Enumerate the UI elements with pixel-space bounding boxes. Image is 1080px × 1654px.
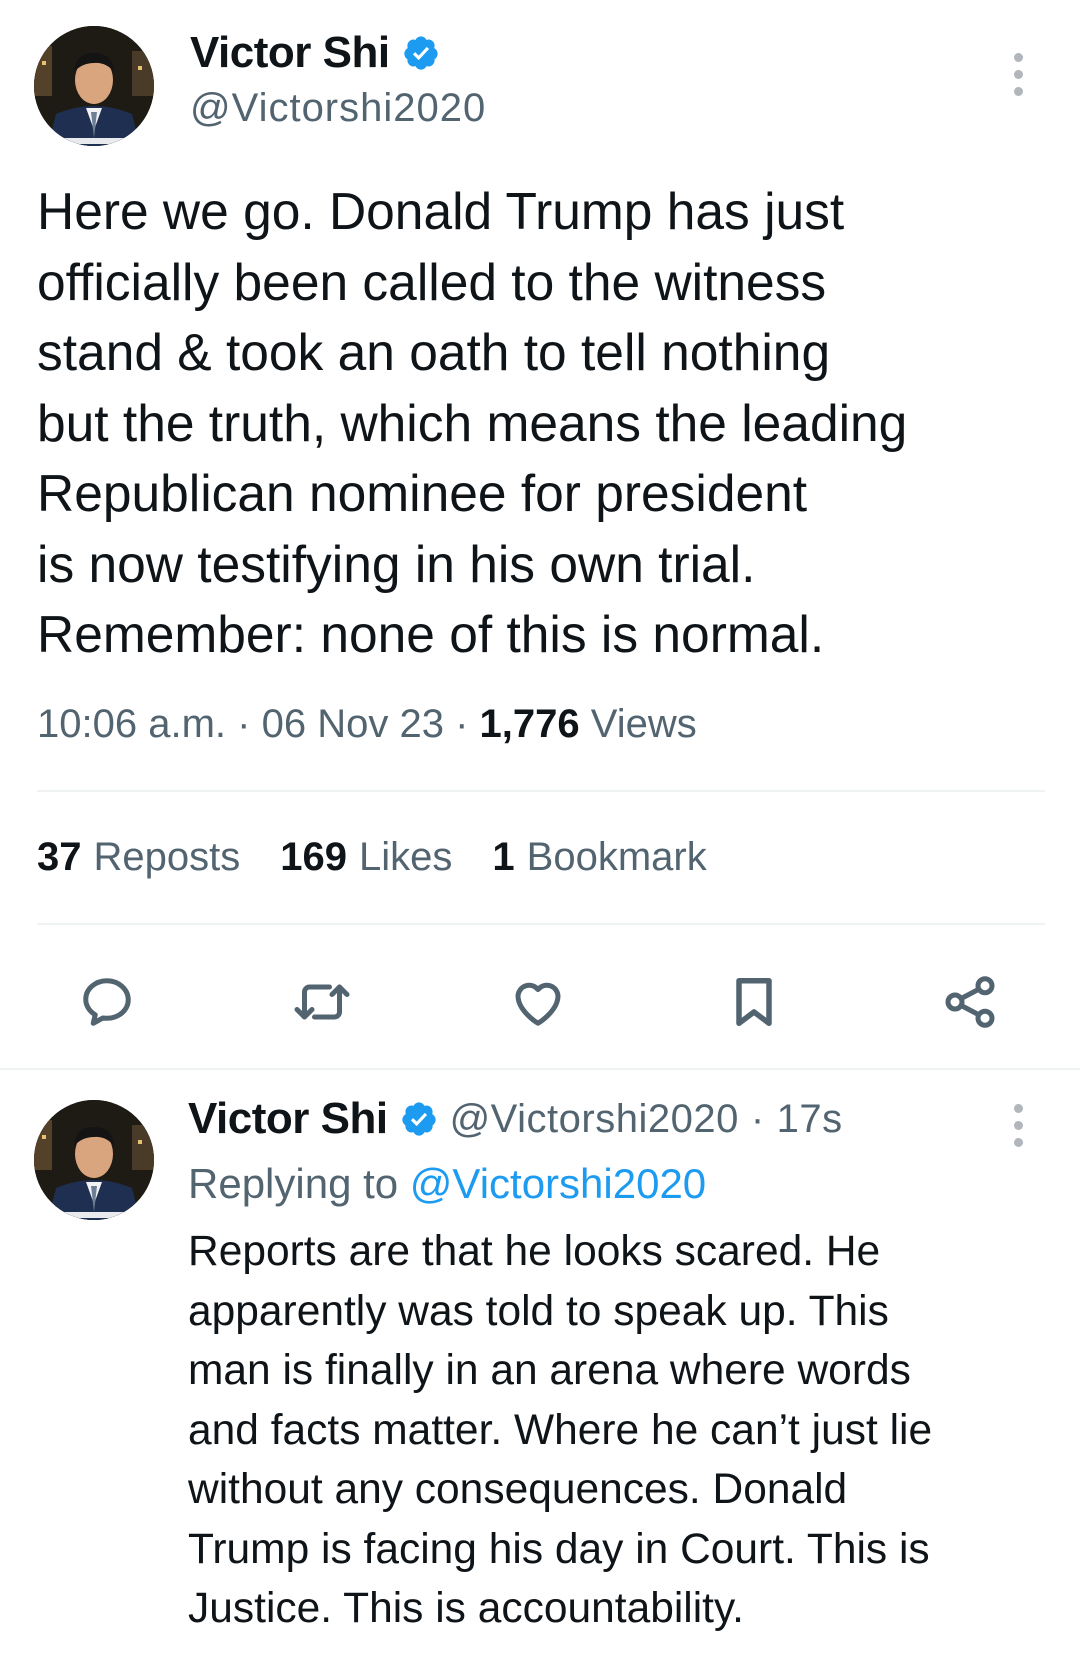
divider [37,923,1045,925]
reply-author-name[interactable]: Victor Shi [188,1094,388,1144]
reply-age[interactable]: 17s [777,1097,843,1142]
reposts-label: Reposts [93,835,241,879]
tweet-text: Here we go. Donald Trump has just offici… [37,182,908,663]
bookmarks-label: Bookmark [526,835,707,879]
meta-separator: · [455,702,469,746]
author-name[interactable]: Victor Shi [190,28,390,78]
reposts-stat[interactable]: 37 Reposts [37,835,240,880]
reply-author-avatar[interactable] [34,1100,154,1220]
meta-separator: · [237,702,251,746]
tweet-meta: 10:06 a.m. · 06 Nov 23 · 1,776 Views [37,702,697,747]
views-label: Views [590,702,697,746]
reply-author-row: Victor Shi @Victorshi2020 · 17s [188,1094,843,1144]
replying-to-link[interactable]: @Victorshi2020 [410,1160,706,1207]
engagement-stats: 37 Reposts 169 Likes 1 Bookmark [37,835,707,880]
reply-icon [83,978,131,1026]
main-author-row: Victor Shi [190,28,440,78]
like-button[interactable] [506,970,570,1034]
repost-icon [294,984,350,1020]
more-options-icon[interactable] [998,44,1038,104]
tweet-time[interactable]: 10:06 a.m. [37,702,226,746]
author-handle[interactable]: @Victorshi2020 [190,86,486,131]
share-icon [945,976,995,1028]
bookmarks-count: 1 [492,835,515,879]
likes-label: Likes [359,835,453,879]
verified-badge-icon [403,36,438,70]
likes-count: 169 [280,835,347,879]
repost-button[interactable] [290,970,354,1034]
replying-to: Replying to @Victorshi2020 [188,1160,706,1208]
bookmarks-stat[interactable]: 1 Bookmark [492,835,706,880]
bookmark-button[interactable] [722,970,786,1034]
reply-button[interactable] [75,970,139,1034]
reply-tweet-text: Reports are that he looks scared. He app… [188,1228,933,1632]
reposts-count: 37 [37,835,82,879]
divider [0,1068,1080,1070]
reply-separator: · [750,1096,765,1141]
divider [37,790,1045,792]
replying-prefix: Replying to [188,1160,399,1207]
views-count: 1,776 [479,702,580,746]
bookmark-icon [736,978,772,1026]
reply-author-handle[interactable]: @Victorshi2020 [450,1097,739,1142]
tweet-date[interactable]: 06 Nov 23 [262,702,444,746]
likes-stat[interactable]: 169 Likes [280,835,452,880]
like-icon [515,982,561,1026]
verified-badge-icon [401,1102,436,1136]
reply-more-options-icon[interactable] [998,1095,1038,1155]
author-avatar[interactable] [34,26,154,146]
share-button[interactable] [938,970,1002,1034]
